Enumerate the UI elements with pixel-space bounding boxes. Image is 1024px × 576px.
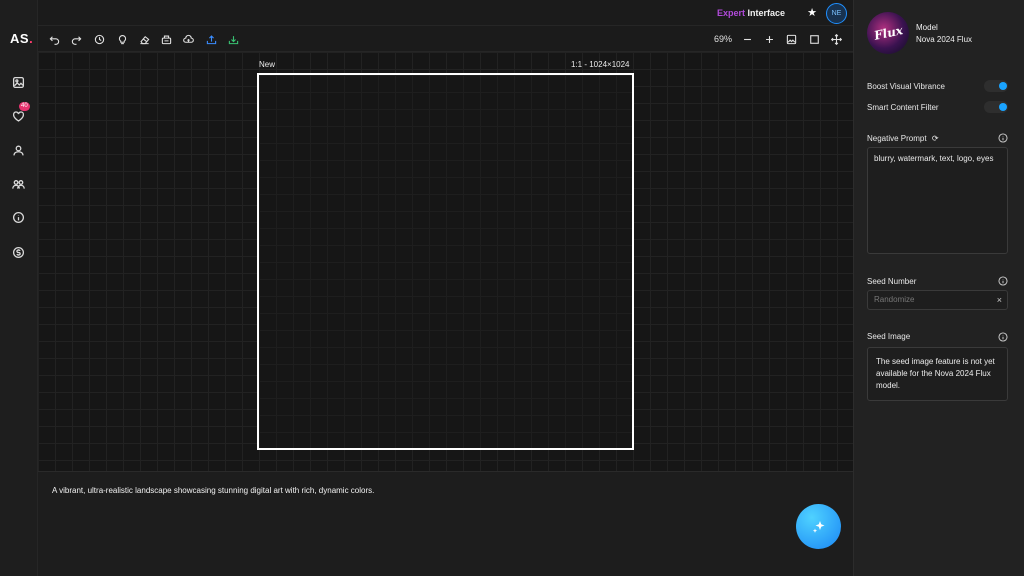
seed-number-label: Seed Number [867, 277, 917, 286]
history-icon [94, 34, 104, 44]
zoom-out-button[interactable] [740, 32, 754, 46]
prompt-text[interactable]: A vibrant, ultra-realistic landscape sho… [52, 486, 374, 495]
generate-button[interactable] [796, 504, 841, 549]
ideas-button[interactable] [115, 32, 129, 46]
seed-number-info-icon[interactable] [998, 276, 1008, 286]
model-name[interactable]: Nova 2024 Flux [916, 35, 972, 44]
refresh-icon[interactable]: ⟳ [932, 134, 939, 143]
image-icon [12, 76, 24, 88]
undo-button[interactable] [47, 32, 61, 46]
top-bar: Expert Interface ★ NE [38, 0, 853, 26]
sidebar-item-images[interactable] [10, 74, 26, 90]
zoom-level: 69% [714, 34, 733, 44]
seed-image-label: Seed Image [867, 332, 911, 341]
boost-label: Boost Visual Vibrance [867, 82, 945, 91]
eraser-icon [139, 35, 149, 44]
left-sidebar: AS. 40 [0, 0, 38, 576]
undo-icon [49, 35, 59, 45]
move-button[interactable] [829, 32, 843, 46]
seed-image-note: The seed image feature is not yet availa… [867, 347, 1008, 401]
frame-button[interactable] [807, 32, 821, 46]
app-logo[interactable]: AS. [10, 31, 33, 46]
basket-button[interactable] [159, 32, 173, 46]
sparkle-icon [812, 520, 824, 533]
logo-dot: . [29, 31, 34, 46]
info-icon [12, 211, 24, 223]
favorites-badge: 40 [19, 102, 30, 111]
model-label: Model [916, 23, 938, 32]
lightbulb-icon [118, 34, 126, 44]
negative-prompt-info-icon[interactable] [998, 133, 1008, 143]
cloud-upload-icon [182, 34, 194, 43]
seed-number-input[interactable] [874, 295, 989, 304]
info-icon [998, 133, 1008, 143]
dollar-icon [12, 246, 24, 258]
info-icon [998, 332, 1008, 342]
seed-number-field: × [867, 290, 1008, 310]
square-icon [809, 34, 819, 44]
sidebar-item-info[interactable] [10, 209, 26, 225]
prompt-area[interactable]: A vibrant, ultra-realistic landscape sho… [38, 471, 853, 576]
negative-prompt-label-text: Negative Prompt [867, 134, 927, 143]
user-avatar[interactable]: NE [826, 3, 847, 24]
canvas-area[interactable]: New 1:1 - 1024×1024 [38, 52, 853, 471]
image-frame-icon [786, 34, 796, 44]
image-frame[interactable] [257, 73, 634, 450]
history-button[interactable] [92, 32, 106, 46]
cloud-upload-button[interactable] [181, 32, 195, 46]
logo-text: AS [10, 31, 30, 46]
settings-panel: Flux Model Nova 2024 Flux Boost Visual V… [853, 0, 1024, 576]
clear-icon[interactable]: × [997, 295, 1002, 305]
upload-button[interactable] [204, 32, 218, 46]
heart-icon [12, 110, 24, 122]
upload-icon [206, 34, 216, 44]
move-icon [830, 33, 842, 45]
frame-name: New [259, 60, 276, 69]
mode-suffix: Interface [747, 8, 785, 18]
zoom-out-icon [743, 38, 751, 40]
model-thumb-text: Flux [872, 23, 904, 43]
sidebar-item-profile[interactable] [10, 142, 26, 158]
download-icon [228, 35, 238, 44]
info-icon [998, 276, 1008, 286]
download-button[interactable] [226, 32, 240, 46]
zoom-in-icon [765, 35, 773, 43]
star-icon[interactable]: ★ [807, 6, 817, 19]
image-frame-button[interactable] [784, 32, 798, 46]
toolbar: 69% [38, 26, 853, 52]
eraser-button[interactable] [137, 32, 151, 46]
boost-toggle[interactable] [984, 80, 1008, 92]
redo-button[interactable] [69, 32, 83, 46]
filter-label: Smart Content Filter [867, 103, 939, 112]
user-icon [12, 145, 24, 155]
sidebar-item-community[interactable] [10, 176, 26, 192]
redo-icon [71, 35, 81, 45]
sidebar-item-billing[interactable] [10, 244, 26, 260]
frame-size: 1:1 - 1024×1024 [571, 60, 630, 69]
zoom-in-button[interactable] [762, 32, 776, 46]
expert-interface-toggle[interactable]: Expert Interface [717, 8, 785, 18]
negative-prompt-label: Negative Prompt ⟳ [867, 134, 939, 143]
users-icon [11, 179, 25, 189]
sidebar-item-favorites[interactable]: 40 [10, 102, 30, 124]
basket-icon [161, 35, 171, 44]
model-thumbnail[interactable]: Flux [867, 12, 909, 54]
seed-image-info-icon[interactable] [998, 332, 1008, 342]
filter-toggle[interactable] [984, 101, 1008, 113]
negative-prompt-field[interactable]: blurry, watermark, text, logo, eyes [867, 147, 1008, 254]
mode-prefix: Expert [716, 8, 745, 18]
